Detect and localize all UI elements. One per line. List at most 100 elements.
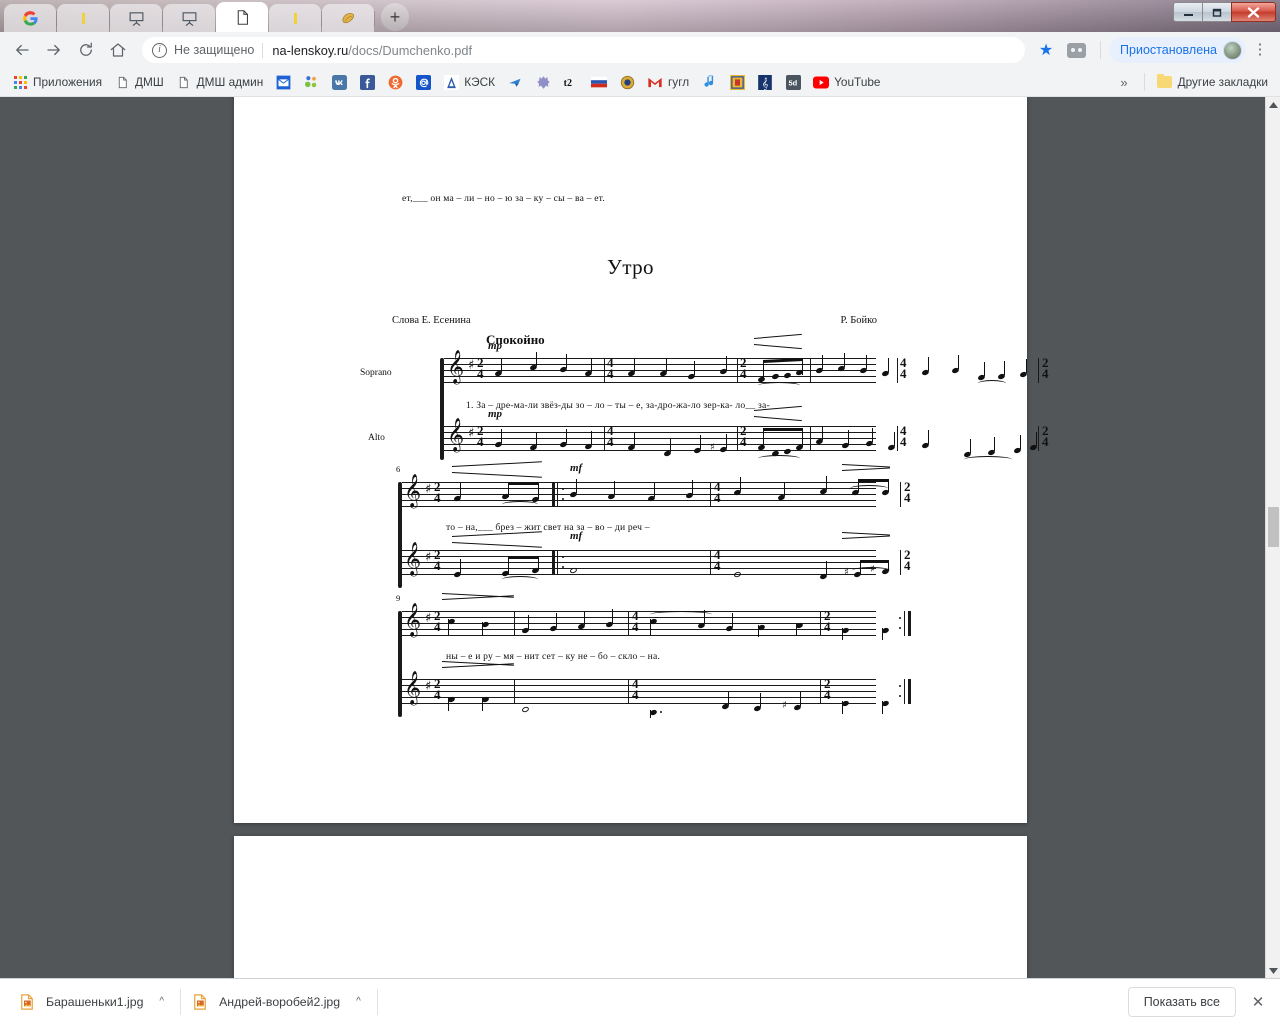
- bookmark-odnoklassniki[interactable]: [381, 71, 409, 93]
- barline: [514, 679, 516, 704]
- scrollbar-thumb[interactable]: [1268, 507, 1279, 547]
- download-item-2[interactable]: Андрей-воробей2.jpg ^: [181, 986, 373, 1018]
- crescendo-hairpin: [451, 531, 542, 548]
- staff-system-2: 6 𝄞 ♯ 24 mf 4 4 2 4 то – на,___ брез – ж…: [392, 461, 911, 588]
- time-signature-2-4: 24: [1042, 355, 1049, 381]
- barline: [820, 611, 822, 636]
- bookmarks-overflow-button[interactable]: »: [1110, 75, 1137, 90]
- barline: [604, 358, 606, 383]
- chevron-up-icon[interactable]: ^: [153, 996, 170, 1007]
- bookmark-gibdd[interactable]: [613, 71, 641, 93]
- time-signature-2-4: 24: [904, 547, 911, 573]
- page-title: Утро: [607, 255, 654, 279]
- extension-puzzle-icon[interactable]: [1067, 42, 1087, 58]
- scroll-up-arrow-icon[interactable]: [1266, 97, 1280, 112]
- toolbar-right-actions: ★ Приостановлена ⋮: [1033, 37, 1272, 63]
- tab-yellow-i-1[interactable]: [57, 4, 110, 32]
- pdf-scrollbar[interactable]: [1265, 97, 1280, 978]
- bookmark-vk[interactable]: [325, 71, 353, 93]
- odnoklassniki-icon: [387, 74, 403, 90]
- tab-google[interactable]: [4, 4, 57, 32]
- bookmark-label: КЭСК: [464, 75, 495, 89]
- close-button[interactable]: [1231, 2, 1276, 22]
- slur: [758, 455, 800, 462]
- bookmark-label: Другие закладки: [1177, 75, 1268, 89]
- minimize-button[interactable]: [1173, 2, 1202, 22]
- chevron-up-icon[interactable]: ^: [350, 996, 367, 1007]
- bookmark-label: гугл: [668, 75, 690, 89]
- home-button[interactable]: [104, 36, 132, 64]
- bookmark-other-folder[interactable]: Другие закладки: [1151, 71, 1274, 93]
- bookmark-5d[interactable]: 5d: [779, 71, 807, 93]
- close-download-shelf-icon[interactable]: ✕: [1244, 993, 1272, 1011]
- download-item-1[interactable]: Барашеньки1.jpg ^: [8, 986, 176, 1018]
- bookmark-kesk[interactable]: КЭСК: [437, 71, 501, 93]
- tab-presentation-1[interactable]: [110, 4, 163, 32]
- bookmark-mailru[interactable]: [409, 71, 437, 93]
- address-bar[interactable]: i Не защищено na-lenskoy.ru /docs/Dumche…: [142, 37, 1026, 63]
- barline: [604, 426, 606, 451]
- staff-system-1: Спокойно Soprano Alto 𝄞 ♯ 24 mp 4 4 2 4 …: [360, 332, 1049, 460]
- bookmark-dmsh[interactable]: ДМШ: [108, 71, 170, 93]
- reload-button[interactable]: [72, 36, 100, 64]
- emblem-icon: [535, 74, 551, 90]
- bookmark-blue-plane[interactable]: [501, 71, 529, 93]
- bookmark-apps[interactable]: Приложения: [6, 71, 108, 93]
- crescendo-hairpin: [451, 461, 542, 478]
- bookmark-t2[interactable]: t2: [557, 71, 585, 93]
- window-controls: [1173, 1, 1276, 23]
- barline: [710, 550, 712, 575]
- presentation-screen-icon: [129, 11, 143, 26]
- bookmark-ornament[interactable]: [723, 71, 751, 93]
- decrescendo-hairpin: [841, 532, 890, 539]
- bookmark-treble-clef[interactable]: 𝄞: [751, 71, 779, 93]
- tab-yellow-i-2[interactable]: [269, 4, 322, 32]
- page-icon: [114, 74, 130, 90]
- bookmark-star-icon[interactable]: ★: [1033, 40, 1059, 60]
- staff-system-3: 9 𝄞 ♯ 24 4 4 2 4 ны – е и ру – мя – нит …: [392, 593, 911, 718]
- download-filename: Барашеньки1.jpg: [46, 994, 144, 1009]
- presentation-screen-icon: [182, 11, 196, 26]
- treble-clef-icon: 𝄞: [404, 670, 422, 704]
- pdf-scroll-area: ет,___ он ма – ли – но – ю за – ку – сы …: [0, 97, 1265, 978]
- bookmark-colored-dots[interactable]: [297, 71, 325, 93]
- show-all-downloads-button[interactable]: Показать все: [1127, 986, 1236, 1017]
- chrome-menu-icon[interactable]: ⋮: [1248, 43, 1272, 57]
- bookmark-music-note[interactable]: [695, 71, 723, 93]
- new-tab-button[interactable]: +: [381, 3, 409, 31]
- barline: [710, 482, 712, 507]
- key-signature-sharp: ♯: [425, 482, 432, 497]
- blue-plane-icon: [507, 74, 523, 90]
- bookmark-russian-flag[interactable]: [585, 71, 613, 93]
- bookmark-gmail-gugl[interactable]: гугл: [641, 71, 695, 93]
- barline: [810, 426, 812, 451]
- tab-pdf-document-active[interactable]: [216, 2, 268, 32]
- treble-clef-icon: 𝄞: [404, 602, 422, 636]
- omnibox-divider: [262, 42, 264, 58]
- scroll-down-arrow-icon[interactable]: [1266, 963, 1280, 978]
- tab-gold-shell[interactable]: [322, 4, 375, 32]
- page-icon: [176, 74, 192, 90]
- barline: [900, 550, 902, 575]
- time-signature-2-4: 24: [434, 608, 441, 634]
- tab-presentation-2[interactable]: [163, 4, 215, 32]
- bookmark-label: ДМШ: [135, 75, 164, 89]
- back-button[interactable]: [8, 36, 36, 64]
- pdf-page-2: Бородино Слова М. Лермонтова Обработка С…: [234, 836, 1027, 978]
- profile-chip[interactable]: Приостановлена: [1109, 37, 1246, 63]
- avatar[interactable]: [1223, 40, 1242, 60]
- slur: [502, 576, 538, 583]
- bookmark-mail[interactable]: [269, 71, 297, 93]
- time-signature-4-4: 44: [607, 355, 614, 381]
- svg-text:𝄞: 𝄞: [762, 76, 769, 90]
- maximize-button[interactable]: [1202, 2, 1231, 22]
- bookmark-dmsh-admin[interactable]: ДМШ админ: [170, 71, 270, 93]
- barline: [737, 358, 739, 383]
- forward-button[interactable]: [40, 36, 68, 64]
- bookmark-facebook[interactable]: [353, 71, 381, 93]
- info-circle-icon[interactable]: i: [152, 42, 167, 58]
- key-signature-sharp: ♯: [425, 679, 432, 694]
- bookmark-youtube[interactable]: YouTube: [807, 71, 886, 93]
- staff-soprano: [402, 611, 876, 636]
- bookmark-emblem[interactable]: [529, 71, 557, 93]
